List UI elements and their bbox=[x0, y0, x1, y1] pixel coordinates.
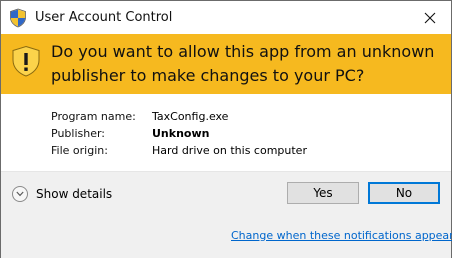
warning-banner: Do you want to allow this app from an un… bbox=[1, 34, 451, 94]
elevation-question: Do you want to allow this app from an un… bbox=[51, 42, 435, 85]
chevron-down-icon bbox=[12, 186, 28, 202]
publisher-value: Unknown bbox=[152, 127, 210, 140]
close-button[interactable] bbox=[409, 1, 451, 34]
file-origin-label: File origin: bbox=[51, 144, 108, 157]
show-details-label: Show details bbox=[36, 187, 113, 201]
detail-row-origin: File origin: Hard drive on this computer bbox=[51, 142, 307, 159]
publisher-label: Publisher: bbox=[51, 127, 106, 140]
program-name-label: Program name: bbox=[51, 110, 136, 123]
program-name-value: TaxConfig.exe bbox=[152, 110, 229, 123]
notification-settings-link[interactable]: Change when these notifications appear bbox=[231, 229, 452, 242]
warning-shield-icon bbox=[12, 45, 40, 77]
dialog-footer: Show details Yes No Change when these no… bbox=[1, 172, 452, 258]
uac-dialog: User Account Control Do you want to allo… bbox=[0, 0, 452, 258]
file-origin-value: Hard drive on this computer bbox=[152, 144, 307, 157]
detail-row-program: Program name: TaxConfig.exe bbox=[51, 108, 307, 125]
yes-button[interactable]: Yes bbox=[287, 182, 359, 204]
uac-shield-icon bbox=[10, 8, 26, 28]
close-icon bbox=[424, 12, 436, 23]
detail-row-publisher: Publisher: Unknown bbox=[51, 125, 307, 142]
window-title: User Account Control bbox=[35, 10, 173, 25]
title-bar: User Account Control bbox=[1, 1, 451, 34]
no-button[interactable]: No bbox=[368, 182, 440, 204]
show-details-toggle[interactable]: Show details bbox=[12, 186, 112, 202]
app-details: Program name: TaxConfig.exe Publisher: U… bbox=[51, 108, 307, 159]
